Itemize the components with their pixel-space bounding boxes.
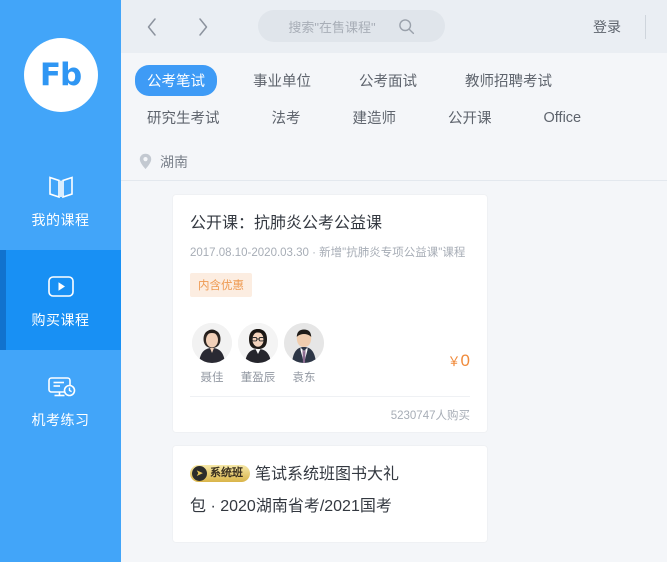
location-pin-icon <box>139 153 152 170</box>
teacher-item[interactable]: 董盈辰 <box>236 323 280 385</box>
teacher-name: 聂佳 <box>200 372 224 385</box>
course-card[interactable]: ➤ 系统班 笔试系统班图书大礼 包 · 2020湖南省考/2021国考 <box>173 446 487 542</box>
course-price: ￥0 <box>448 351 470 385</box>
category-tabs-row-1: 公考笔试 事业单位 公考面试 教师招聘考试 <box>121 65 667 96</box>
sidebar-item-label: 我的课程 <box>31 212 90 228</box>
system-class-badge: ➤ 系统班 <box>190 464 250 482</box>
teacher-list: 聂佳 董盈辰 袁东 <box>190 323 328 385</box>
tab-office[interactable]: Office <box>532 105 594 131</box>
fenbi-logo: Fb <box>23 38 98 112</box>
category-tabs: 公考笔试 事业单位 公考面试 教师招聘考试 研究生考试 法考 建造师 公开课 O… <box>121 53 667 137</box>
tab-shiye-danwei[interactable]: 事业单位 <box>241 65 323 96</box>
avatar <box>192 323 232 364</box>
app-window: Fb 我的课程 购买课程 机考练习 搜索"在售课程" 登录 公考笔试 事业单位 … <box>0 0 667 562</box>
sidebar-item-exam-practice[interactable]: 机考练习 <box>0 350 121 450</box>
course-purchase-count: 5230747人购买 <box>190 396 470 432</box>
search-input[interactable]: 搜索"在售课程" <box>258 10 445 42</box>
course-title-row: ➤ 系统班 笔试系统班图书大礼 <box>190 464 470 486</box>
tab-gongkao-bishi[interactable]: 公考笔试 <box>135 65 217 96</box>
sidebar-item-label: 购买课程 <box>31 312 90 328</box>
book-icon <box>46 170 76 204</box>
course-card[interactable]: 公开课：抗肺炎公考公益课 2017.08.10-2020.03.30 · 新增"… <box>173 195 487 433</box>
course-title-line2: 包 · 2020湖南省考/2021国考 <box>190 498 392 515</box>
sidebar: Fb 我的课程 购买课程 机考练习 <box>0 0 121 562</box>
tab-fakao[interactable]: 法考 <box>260 102 313 133</box>
chevron-right-icon <box>195 16 211 38</box>
course-title: 笔试系统班图书大礼 <box>255 466 400 484</box>
tab-gongkao-mianshi[interactable]: 公考面试 <box>347 65 429 96</box>
status-badge: 内含优惠 <box>190 273 252 298</box>
sidebar-item-label: 机考练习 <box>31 412 90 428</box>
forward-button[interactable] <box>186 10 220 44</box>
sidebar-item-my-courses[interactable]: 我的课程 <box>0 150 121 250</box>
main-content: 搜索"在售课程" 登录 公考笔试 事业单位 公考面试 教师招聘考试 研究生考试 … <box>121 0 667 562</box>
tab-yanjiusheng[interactable]: 研究生考试 <box>135 102 232 133</box>
system-class-badge-label: 系统班 <box>210 466 243 479</box>
teacher-item[interactable]: 袁东 <box>282 323 326 385</box>
teacher-item[interactable]: 聂佳 <box>190 323 234 385</box>
logo-container: Fb <box>0 0 121 150</box>
chevron-left-icon <box>144 16 160 38</box>
course-list: 公开课：抗肺炎公考公益课 2017.08.10-2020.03.30 · 新增"… <box>121 181 667 542</box>
computer-clock-icon <box>45 370 77 404</box>
topbar: 搜索"在售课程" 登录 <box>121 0 667 53</box>
currency-symbol: ￥ <box>447 354 461 370</box>
price-value: 0 <box>460 351 470 371</box>
avatar <box>284 323 324 364</box>
course-subtitle: 2017.08.10-2020.03.30 · 新增"抗肺炎专项公益课"课程 <box>190 246 466 259</box>
location-selector[interactable]: 湖南 <box>121 143 667 181</box>
login-button[interactable]: 登录 <box>593 0 621 53</box>
back-button[interactable] <box>135 10 169 44</box>
search-placeholder: 搜索"在售课程" <box>288 19 376 35</box>
teacher-name: 袁东 <box>292 372 316 385</box>
location-label: 湖南 <box>160 153 188 170</box>
search-icon[interactable] <box>398 18 415 35</box>
teacher-name: 董盈辰 <box>240 372 276 385</box>
rocket-icon: ➤ <box>192 465 207 481</box>
tab-jianzaoshi[interactable]: 建造师 <box>341 102 409 133</box>
play-video-icon <box>45 270 77 304</box>
tab-jiaoshi-zhaopin[interactable]: 教师招聘考试 <box>453 65 564 96</box>
avatar <box>238 323 278 364</box>
course-teachers-row: 聂佳 董盈辰 袁东 ￥0 <box>190 323 470 396</box>
topbar-divider <box>645 15 646 39</box>
course-title: 公开课：抗肺炎公考公益课 <box>190 215 383 232</box>
sidebar-item-buy-courses[interactable]: 购买课程 <box>0 250 121 350</box>
category-tabs-row-2: 研究生考试 法考 建造师 公开课 Office <box>121 102 667 133</box>
tab-gongkaike[interactable]: 公开课 <box>436 102 504 133</box>
